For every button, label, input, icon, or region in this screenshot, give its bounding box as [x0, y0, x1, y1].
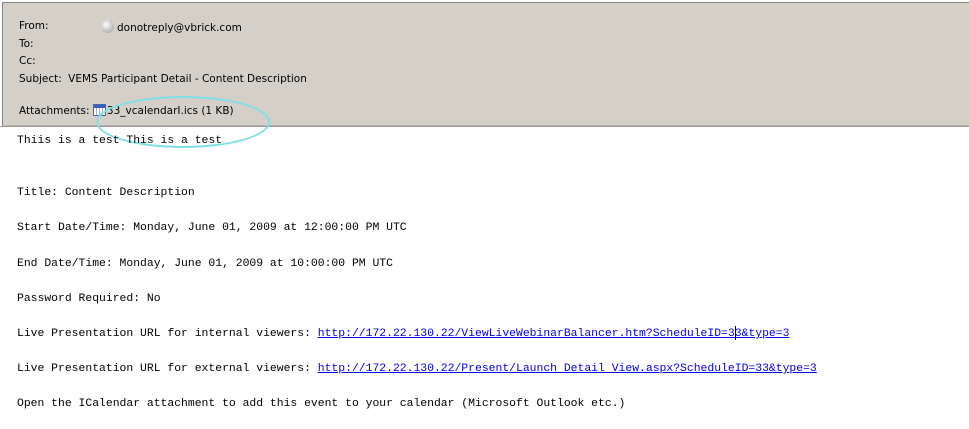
sender-address[interactable]: donotreply@vbrick.com [101, 20, 242, 34]
body-start: Start Date/Time: Monday, June 01, 2009 a… [17, 222, 407, 234]
email-header: From: donotreply@vbrick.com To: Cc: Subj… [2, 2, 969, 126]
from-row: From: donotreply@vbrick.com [19, 20, 242, 34]
header-divider [0, 126, 969, 127]
external-url-row: Live Presentation URL for external viewe… [17, 363, 817, 375]
internal-url-link[interactable]: http://172.22.130.22/ViewLiveWebinarBala… [318, 328, 790, 340]
body-password: Password Required: No [17, 293, 161, 305]
body-end: End Date/Time: Monday, June 01, 2009 at … [17, 258, 393, 270]
sender-avatar-icon [101, 20, 114, 33]
text-cursor [735, 326, 736, 340]
cc-row: Cc: [19, 55, 36, 67]
subject-row: Subject: VEMS Participant Detail - Conte… [19, 73, 307, 85]
to-row: To: [19, 38, 34, 50]
attachments-label: Attachments: [19, 105, 90, 117]
to-label: To: [19, 38, 34, 50]
body-line-test: Thiis is a test This is a test [17, 135, 223, 147]
internal-url-row: Live Presentation URL for internal viewe… [17, 328, 789, 340]
from-label: From: [19, 20, 49, 32]
cc-label: Cc: [19, 55, 36, 67]
ics-calendar-icon [92, 104, 106, 116]
subject-value: VEMS Participant Detail - Content Descri… [68, 73, 307, 85]
attachments-row: Attachments: 33_vcalendarI.ics (1 KB) [19, 104, 234, 117]
attachment-name: 33_vcalendarI.ics (1 KB) [106, 105, 234, 117]
subject-label: Subject: [19, 73, 62, 85]
body-calendar-note: Open the ICalendar attachment to add thi… [17, 398, 626, 410]
external-url-label: Live Presentation URL for external viewe… [17, 363, 318, 375]
attachment-item[interactable]: 33_vcalendarI.ics (1 KB) [92, 104, 234, 117]
body-title: Title: Content Description [17, 187, 195, 199]
from-value: donotreply@vbrick.com [117, 22, 242, 34]
external-url-link[interactable]: http://172.22.130.22/Present/Launch Deta… [318, 363, 817, 375]
internal-url-label: Live Presentation URL for internal viewe… [17, 328, 318, 340]
